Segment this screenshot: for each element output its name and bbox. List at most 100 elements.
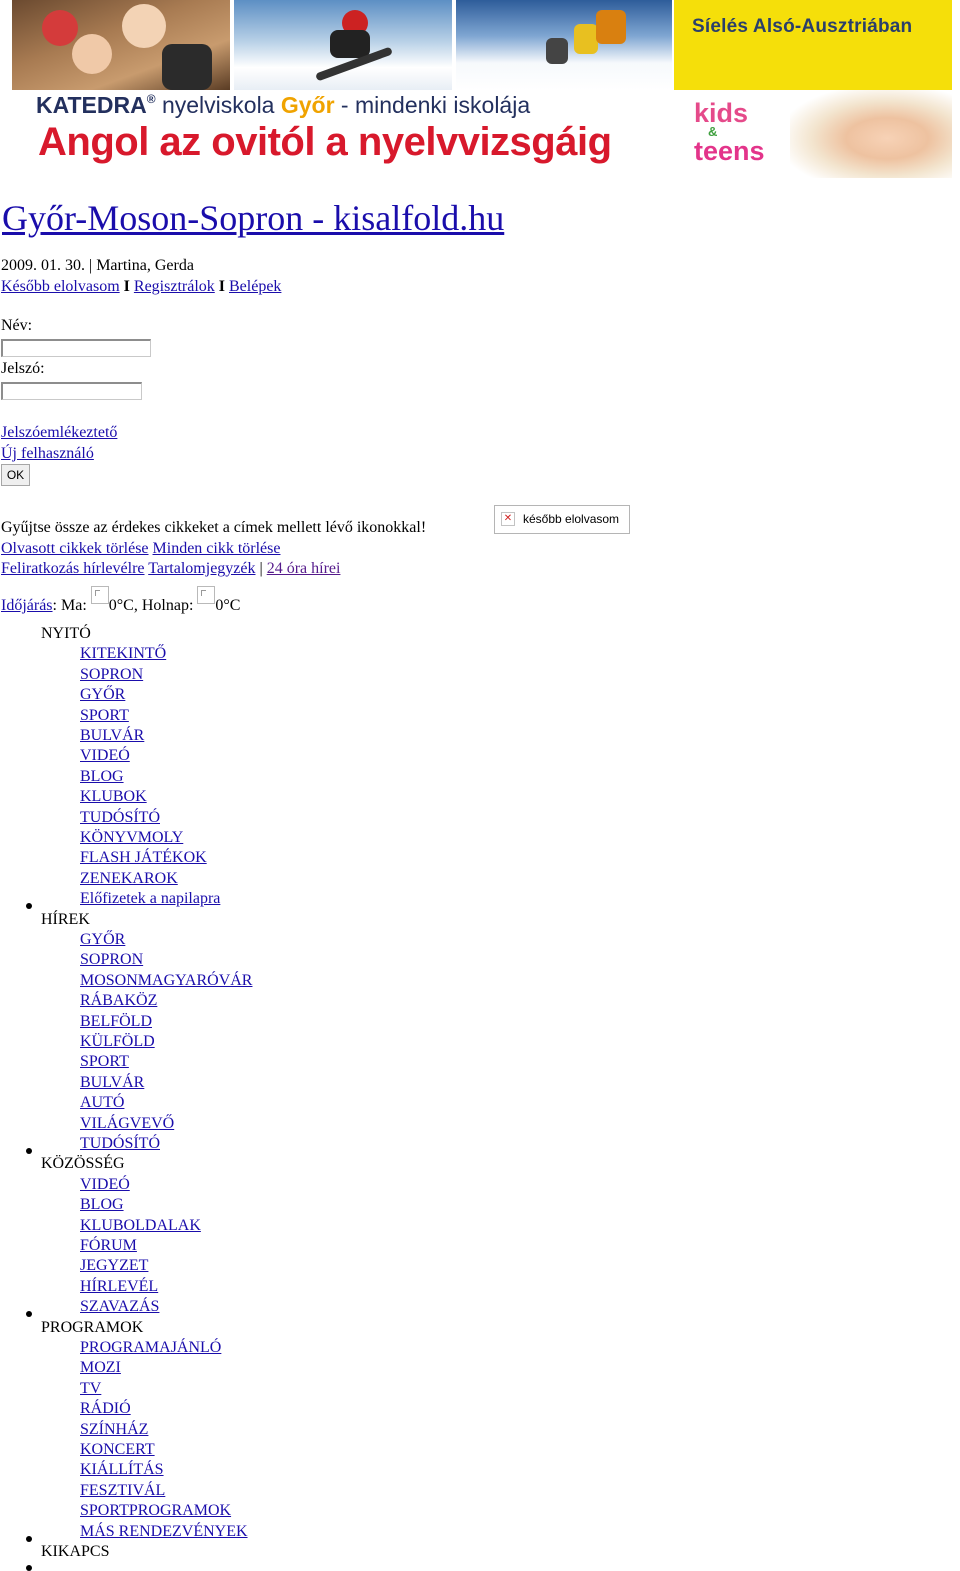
read-later-box[interactable]: ✕ később elolvasom bbox=[494, 505, 630, 534]
nav-item[interactable]: PROGRAMAJÁNLÓ bbox=[80, 1339, 221, 1357]
list-bullet bbox=[26, 1311, 32, 1318]
weather-tomorrow-icon bbox=[197, 586, 216, 604]
nav-item[interactable]: RÁBAKÖZ bbox=[80, 992, 157, 1010]
kids-text: kids bbox=[694, 98, 749, 128]
list-bullet bbox=[26, 1535, 32, 1542]
teens-text: teens bbox=[694, 136, 765, 166]
nav-item[interactable]: FLASH JÁTÉKOK bbox=[80, 849, 207, 867]
katedra-logo: KATEDRA bbox=[36, 92, 147, 118]
nav-item[interactable]: KÜLFÖLD bbox=[80, 1033, 155, 1051]
nav-item[interactable]: BULVÁR bbox=[80, 727, 144, 745]
nav-item[interactable]: TUDÓSÍTÓ bbox=[80, 1135, 160, 1153]
date-separator: | bbox=[89, 257, 93, 274]
ok-button[interactable]: OK bbox=[1, 464, 30, 486]
nav-item[interactable]: AUTÓ bbox=[80, 1094, 124, 1112]
nav-item[interactable]: BLOG bbox=[80, 768, 124, 786]
katedra-brand-line: KATEDRA® nyelviskola Győr - mindenki isk… bbox=[36, 92, 530, 119]
nav-item[interactable]: RÁDIÓ bbox=[80, 1400, 131, 1418]
nav-item[interactable]: SZAVAZÁS bbox=[80, 1298, 159, 1316]
nav-item[interactable]: MOZI bbox=[80, 1359, 121, 1377]
skiers-photo bbox=[456, 0, 672, 90]
nav-item[interactable]: FESZTIVÁL bbox=[80, 1482, 165, 1500]
nav-item[interactable]: SPORT bbox=[80, 707, 129, 725]
nav-item[interactable]: TUDÓSÍTÓ bbox=[80, 809, 160, 827]
nav-item[interactable]: MÁS RENDEZVÉNYEK bbox=[80, 1523, 248, 1541]
nav-item[interactable]: SOPRON bbox=[80, 951, 143, 969]
nav-item[interactable]: SZÍNHÁZ bbox=[80, 1421, 148, 1439]
broken-image-icon: ✕ bbox=[501, 512, 515, 526]
weather-tomorrow-label: Holnap: bbox=[141, 597, 194, 614]
site-title-link[interactable]: Győr-Moson-Sopron - kisalfold.hu bbox=[2, 198, 504, 238]
nav-item[interactable]: BULVÁR bbox=[80, 1074, 144, 1092]
snowboarder-photo bbox=[234, 0, 452, 90]
site-title: Győr-Moson-Sopron - kisalfold.hu bbox=[2, 196, 504, 240]
nav-item[interactable]: JEGYZET bbox=[80, 1257, 148, 1275]
nav-item[interactable]: GYŐR bbox=[80, 686, 125, 704]
brand-tail: - mindenki iskolája bbox=[334, 92, 531, 118]
nav-item[interactable]: TV bbox=[80, 1380, 101, 1398]
nav-section-title: HÍREK bbox=[41, 910, 90, 928]
brand-sub: nyelviskola bbox=[155, 92, 281, 118]
weather-link[interactable]: Időjárás bbox=[1, 597, 53, 614]
nav-section-title: PROGRAMOK bbox=[41, 1318, 144, 1336]
nav-item[interactable]: VIDEÓ bbox=[80, 747, 130, 765]
nav-item[interactable]: MOSONMAGYARÓVÁR bbox=[80, 972, 252, 990]
nav-item[interactable]: SPORT bbox=[80, 1053, 129, 1071]
top-banner-ad[interactable]: Síelés Alsó-Ausztriában KATEDRA® nyelvis… bbox=[0, 0, 960, 178]
new-user-link[interactable]: Új felhasználó bbox=[1, 445, 94, 462]
forgot-password-link[interactable]: Jelszóemlékeztető bbox=[1, 424, 117, 441]
delete-read-articles-link[interactable]: Olvasott cikkek törlése bbox=[1, 540, 149, 557]
nav-item[interactable]: SOPRON bbox=[80, 666, 143, 684]
name-input[interactable] bbox=[1, 339, 151, 357]
link-separator: I bbox=[218, 278, 225, 295]
nav-item[interactable]: GYŐR bbox=[80, 931, 125, 949]
list-bullet bbox=[26, 1565, 32, 1571]
girl-photo bbox=[790, 90, 952, 178]
login-link[interactable]: Belépek bbox=[229, 278, 281, 295]
table-of-contents-link[interactable]: Tartalomjegyzék bbox=[148, 560, 255, 577]
family-photo bbox=[12, 0, 230, 90]
list-bullet bbox=[26, 903, 32, 910]
weather-today-label: Ma: bbox=[60, 597, 87, 614]
list-bullet bbox=[26, 1148, 32, 1154]
ski-promo-panel bbox=[674, 0, 952, 90]
nav-item[interactable]: KLUBOLDALAK bbox=[80, 1217, 201, 1235]
read-later-box-label: később elolvasom bbox=[523, 512, 620, 526]
read-later-link[interactable]: Később elolvasom bbox=[1, 278, 120, 295]
nav-item[interactable]: KÖNYVMOLY bbox=[80, 829, 183, 847]
nav-section-title: NYITÓ bbox=[41, 625, 91, 642]
register-link[interactable]: Regisztrálok bbox=[134, 278, 215, 295]
weather-today-value: 0°C, bbox=[108, 597, 138, 614]
nav-item[interactable]: VILÁGVEVŐ bbox=[80, 1115, 174, 1133]
nav-section-title: KÖZÖSSÉG bbox=[41, 1155, 125, 1173]
password-label: Jelszó: bbox=[1, 360, 45, 377]
weather-line: Időjárás: Ma: 0°C, Holnap: 0°C bbox=[1, 586, 240, 615]
delete-all-articles-link[interactable]: Minden cikk törlése bbox=[153, 540, 281, 557]
nav-item[interactable]: SPORTPROGRAMOK bbox=[80, 1502, 231, 1520]
nav-item[interactable]: HÍRLEVÉL bbox=[80, 1278, 158, 1296]
brand-city: Győr bbox=[280, 92, 335, 118]
nav-item[interactable]: KLUBOK bbox=[80, 788, 147, 806]
weather-tomorrow-value: 0°C bbox=[215, 597, 241, 614]
weather-today-icon bbox=[90, 586, 109, 604]
newsletter-subscribe-link[interactable]: Feliratkozás hírlevélre bbox=[1, 560, 145, 577]
nav-item[interactable]: BLOG bbox=[80, 1196, 124, 1214]
ski-promo-text: Síelés Alsó-Ausztriában bbox=[692, 16, 913, 37]
nav-item[interactable]: Előfizetek a napilapra bbox=[80, 890, 220, 908]
link-separator: I bbox=[123, 278, 130, 295]
collect-articles-text: Gyűjtse össze az érdekes cikkeket a címe… bbox=[1, 519, 427, 536]
news-24h-link[interactable]: 24 óra hírei bbox=[267, 560, 341, 577]
nav-item[interactable]: ZENEKAROK bbox=[80, 870, 178, 888]
nav-item[interactable]: KONCERT bbox=[80, 1441, 155, 1459]
nav-item[interactable]: BELFÖLD bbox=[80, 1013, 152, 1031]
weather-colon: : bbox=[52, 597, 57, 614]
nav-section-title: KIKAPCS bbox=[41, 1543, 110, 1560]
password-input[interactable] bbox=[1, 382, 142, 400]
nav-item[interactable]: KIÁLLÍTÁS bbox=[80, 1461, 164, 1479]
nav-item[interactable]: FÓRUM bbox=[80, 1237, 137, 1255]
nav-item[interactable]: KITEKINTŐ bbox=[80, 645, 166, 663]
nav-item[interactable]: VIDEÓ bbox=[80, 1176, 130, 1194]
kids-teens-logo: kids & teens bbox=[694, 98, 765, 166]
nameday: Martina, Gerda bbox=[96, 257, 194, 274]
account-links: Később elolvasom I Regisztrálok I Belépe… bbox=[1, 278, 281, 296]
